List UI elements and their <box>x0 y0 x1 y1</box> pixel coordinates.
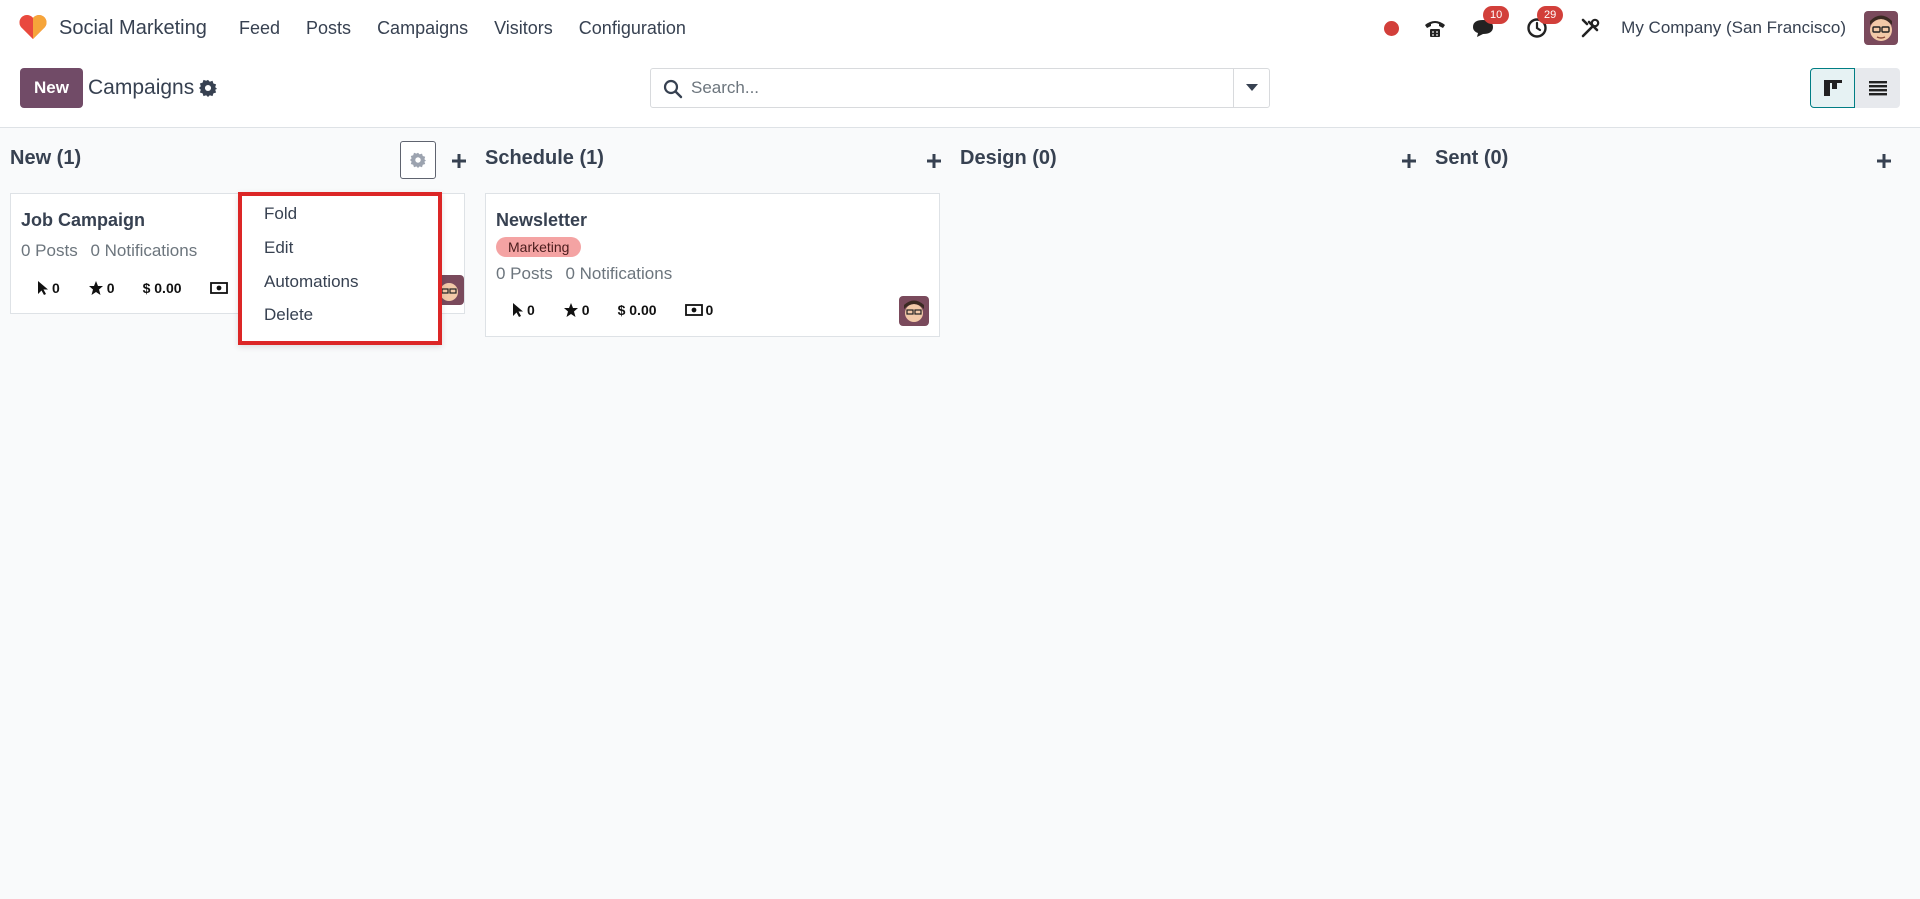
systray: 10 29 My Company (San Francisco) <box>1384 6 1898 45</box>
star-icon <box>563 303 578 317</box>
phone-icon[interactable] <box>1421 14 1449 42</box>
new-button[interactable]: New <box>20 68 83 108</box>
notifications-count: 0 Notifications <box>565 264 673 283</box>
column-title[interactable]: Schedule (1) <box>485 147 604 169</box>
tag-badge: Marketing <box>496 237 582 257</box>
posts-count: 0 Posts <box>21 241 78 260</box>
kanban-card-newsletter[interactable]: Newsletter Marketing 0 Posts 0 Notificat… <box>485 193 940 337</box>
favorites-stat: 0 <box>563 302 590 318</box>
notifications-count: 0 Notifications <box>90 241 198 260</box>
card-title: Job Campaign <box>21 210 146 230</box>
menu-item-fold[interactable]: Fold <box>264 204 297 224</box>
kanban-view-button[interactable] <box>1810 68 1855 108</box>
social-marketing-logo-icon[interactable] <box>18 14 48 40</box>
revenue-stat: $ 0.00 <box>142 280 182 296</box>
card-stats: 0 0 $ 0.00 <box>37 280 259 296</box>
search-input[interactable] <box>691 71 1231 105</box>
control-panel: New Campaigns <box>0 57 1920 128</box>
menu-item-visitors[interactable]: Visitors <box>494 18 553 39</box>
card-counters: 0 Posts 0 Notifications <box>21 241 205 261</box>
clicks-stat: 0 <box>512 302 535 318</box>
column-header-schedule: Schedule (1) <box>485 147 604 177</box>
actions-gear-icon[interactable] <box>199 79 217 97</box>
activities-count-badge: 29 <box>1537 6 1564 24</box>
menu-item-campaigns[interactable]: Campaigns <box>377 18 468 39</box>
card-avatar[interactable] <box>899 296 929 326</box>
list-view-button[interactable] <box>1855 68 1900 108</box>
pointer-icon <box>513 303 523 317</box>
favorites-stat: 0 <box>88 280 115 296</box>
view-switcher <box>1810 68 1900 108</box>
money-icon <box>684 304 703 316</box>
company-switcher[interactable]: My Company (San Francisco) <box>1621 18 1846 38</box>
top-navbar: Social Marketing Feed Posts Campaigns Vi… <box>0 0 1920 57</box>
money-icon <box>209 282 228 294</box>
menu-item-automations[interactable]: Automations <box>264 272 359 292</box>
add-card-plus-icon[interactable] <box>450 152 468 170</box>
pointer-icon <box>38 281 48 295</box>
search-bar <box>650 68 1270 108</box>
app-name[interactable]: Social Marketing <box>59 17 207 40</box>
card-counters: 0 Posts 0 Notifications <box>496 264 680 284</box>
clicks-stat: 0 <box>37 280 60 296</box>
breadcrumb: Campaigns <box>88 76 195 99</box>
add-card-plus-icon[interactable] <box>1400 152 1418 170</box>
menu-item-delete[interactable]: Delete <box>264 305 313 325</box>
list-icon <box>1868 81 1887 96</box>
column-title[interactable]: New (1) <box>10 147 81 169</box>
messages-count-badge: 10 <box>1483 6 1510 24</box>
card-title: Newsletter <box>496 210 588 230</box>
activities-clock-icon[interactable]: 29 <box>1523 6 1564 42</box>
tools-icon[interactable] <box>1577 14 1605 42</box>
posts-count: 0 Posts <box>496 264 553 283</box>
column-header-design: Design (0) <box>960 147 1057 177</box>
mailings-stat: 0 <box>684 302 713 318</box>
column-settings-button[interactable] <box>400 141 436 179</box>
column-title[interactable]: Design (0) <box>960 147 1057 169</box>
card-stats: 0 0 $ 0.00 0 <box>512 302 741 318</box>
add-card-plus-icon[interactable] <box>925 152 943 170</box>
menu-item-feed[interactable]: Feed <box>239 18 280 39</box>
search-options-toggle[interactable] <box>1233 69 1269 107</box>
search-icon <box>663 79 683 99</box>
column-header-new: New (1) <box>10 147 81 177</box>
menu-item-posts[interactable]: Posts <box>306 18 351 39</box>
column-header-sent: Sent (0) <box>1435 147 1508 177</box>
user-avatar[interactable] <box>1864 11 1898 45</box>
recording-indicator[interactable] <box>1384 20 1400 36</box>
kanban-icon <box>1823 80 1842 96</box>
caret-down-icon <box>1245 84 1258 91</box>
mailings-stat <box>209 282 231 294</box>
star-icon <box>88 281 103 295</box>
main-menu: Feed Posts Campaigns Visitors Configurat… <box>239 18 712 39</box>
menu-item-configuration[interactable]: Configuration <box>579 18 686 39</box>
messages-icon[interactable]: 10 <box>1469 6 1510 42</box>
column-settings-dropdown: Fold Edit Automations Delete <box>238 192 442 345</box>
gear-icon <box>410 152 426 168</box>
menu-item-edit[interactable]: Edit <box>264 238 293 258</box>
add-card-plus-icon[interactable] <box>1875 152 1893 170</box>
column-title[interactable]: Sent (0) <box>1435 147 1508 169</box>
revenue-stat: $ 0.00 <box>617 302 657 318</box>
